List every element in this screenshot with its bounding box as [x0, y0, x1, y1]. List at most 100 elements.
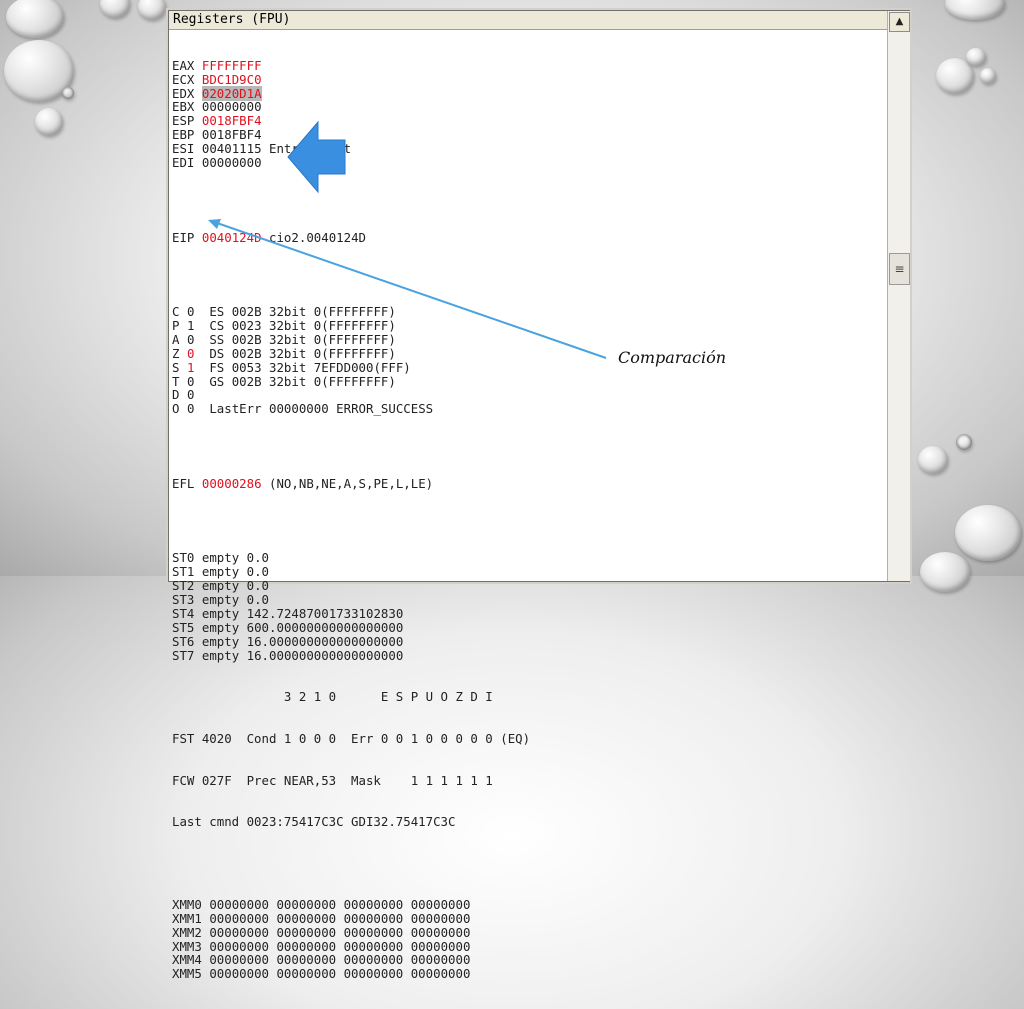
xmm-row[interactable]: XMM2 00000000 00000000 00000000 00000000 — [172, 924, 884, 940]
flag-row[interactable]: D 0 — [172, 388, 884, 402]
fpu-register-value: 142.72487001733102830 — [246, 605, 404, 621]
fpu-control-word[interactable]: FCW 027F Prec NEAR,53 Mask 1 1 1 1 1 1 — [172, 773, 884, 788]
fpu-last-command[interactable]: Last cmnd 0023:75417C3C GDI32.75417C3C — [172, 815, 884, 829]
fpu-register-value: 0.0 — [246, 550, 270, 566]
flag-name: T — [172, 373, 180, 389]
flag-value: 0 — [186, 345, 195, 361]
fpu-register-value: 0.0 — [246, 578, 270, 594]
flag-name: D — [172, 387, 180, 403]
fpu-register-value: 0.0 — [246, 564, 270, 580]
fpu-status-word[interactable]: FST 4020 Cond 1 0 0 0 Err 0 0 1 0 0 0 0 … — [172, 732, 884, 746]
flag-row[interactable]: Z 0 DS 002B 32bit 0(FFFFFFFF) — [172, 345, 884, 361]
xmm-row[interactable]: XMM5 00000000 00000000 00000000 00000000 — [172, 967, 884, 981]
general-registers: EAX FFFFFFFF ECX BDC1D9C0 EDX 02020D1A EBX … — [172, 57, 884, 170]
register-row[interactable]: ECX BDC1D9C0 — [172, 71, 884, 87]
register-name: EIP — [172, 229, 195, 245]
flag-row[interactable]: T 0 GS 002B 32bit 0(FFFFFFFF) — [172, 373, 884, 389]
scroll-up-button[interactable]: ▲ — [889, 12, 910, 32]
segment-info: DS 002B 32bit 0(FFFFFFFF) — [209, 345, 396, 361]
fpu-stack-row[interactable]: ST0 empty 0.0 — [172, 551, 884, 565]
fpu-register-name: ST4 — [172, 605, 195, 621]
register-value: BDC1D9C0 — [201, 71, 262, 87]
flag-name: S — [172, 359, 180, 375]
xmm-register-name: XMM5 — [172, 966, 202, 982]
fpu-stack: ST0 empty 0.0 ST1 empty 0.0 ST2 empty 0.0 S… — [172, 551, 884, 662]
flag-row[interactable]: A 0 SS 002B 32bit 0(FFFFFFFF) — [172, 331, 884, 347]
scroll-thumb[interactable]: ≡ — [889, 253, 910, 285]
fpu-stack-row[interactable]: ST3 empty 0.0 — [172, 593, 884, 607]
segment-info: GS 002B 32bit 0(FFFFFFFF) — [209, 373, 396, 389]
register-row[interactable]: EBX 00000000 — [172, 100, 884, 114]
register-row-efl[interactable]: EFL 00000286 (NO,NB,NE,A,S,PE,L,LE) — [172, 475, 884, 491]
fpu-register-name: ST2 — [172, 578, 195, 594]
fpu-stack-row[interactable]: ST5 empty 600.00000000000000000 — [172, 619, 884, 635]
arrow-up-icon: ▲ — [895, 16, 904, 27]
xmm-register-value: 00000000 00000000 00000000 00000000 — [209, 938, 471, 954]
register-value: 0018FBF4 — [201, 113, 262, 129]
grip-lines-icon: ≡ — [894, 262, 905, 276]
fpu-register-value: 0.0 — [246, 592, 270, 608]
fpu-register-status: empty — [201, 578, 240, 594]
flag-value: 0 — [186, 387, 195, 403]
register-name: ECX — [172, 71, 195, 87]
segment-info: SS 002B 32bit 0(FFFFFFFF) — [209, 331, 396, 347]
fpu-register-status: empty — [201, 647, 240, 663]
register-name: ESI — [172, 141, 195, 157]
flag-row[interactable]: C 0 ES 002B 32bit 0(FFFFFFFF) — [172, 305, 884, 319]
window-title-bar[interactable]: Registers (FPU) — [169, 11, 887, 30]
fpu-register-name: ST1 — [172, 564, 195, 580]
fpu-register-status: empty — [201, 605, 240, 621]
register-comment: Entry point — [269, 141, 352, 157]
water-droplet-decoration — [955, 505, 1021, 561]
register-value: FFFFFFFF — [201, 57, 262, 73]
fpu-register-name: ST3 — [172, 592, 195, 608]
annotation-label: Comparación — [618, 348, 727, 367]
register-value: 00000000 — [201, 99, 262, 115]
flag-row[interactable]: P 1 CS 0023 32bit 0(FFFFFFFF) — [172, 319, 884, 333]
xmm-row[interactable]: XMM4 00000000 00000000 00000000 00000000 — [172, 953, 884, 967]
xmm-register-value: 00000000 00000000 00000000 00000000 — [209, 910, 471, 926]
register-row[interactable]: EBP 0018FBF4 — [172, 128, 884, 142]
vertical-scrollbar[interactable]: ▲ ≡ — [887, 11, 910, 581]
xmm-row[interactable]: XMM3 00000000 00000000 00000000 00000000 — [172, 938, 884, 954]
flag-name: C — [172, 304, 180, 320]
xmm-register-name: XMM1 — [172, 910, 202, 926]
water-droplet-decoration — [920, 552, 970, 592]
register-name: EDI — [172, 155, 195, 171]
register-value: 00401115 — [201, 141, 262, 157]
flag-value: 1 — [186, 317, 195, 333]
fpu-register-value: 16.000000000000000000 — [246, 647, 404, 663]
fpu-register-value: 16.000000000000000000 — [246, 633, 404, 649]
register-value: 0018FBF4 — [201, 127, 262, 143]
register-row[interactable]: EAX FFFFFFFF — [172, 57, 884, 73]
xmm-row[interactable]: XMM0 00000000 00000000 00000000 00000000 — [172, 897, 884, 912]
fpu-register-status: empty — [201, 550, 240, 566]
fpu-register-value: 600.00000000000000000 — [246, 619, 404, 635]
flag-row[interactable]: S 1 FS 0053 32bit 7EFDD000(FFF) — [172, 359, 884, 375]
fpu-stack-row[interactable]: ST6 empty 16.000000000000000000 — [172, 633, 884, 649]
register-name: EFL — [172, 475, 195, 491]
window-title: Registers (FPU) — [173, 12, 291, 27]
fpu-stack-row[interactable]: ST7 empty 16.000000000000000000 — [172, 647, 884, 663]
register-row-eip[interactable]: EIP 0040124D cio2.0040124D — [172, 229, 884, 245]
register-name: EBP — [172, 127, 195, 143]
fpu-stack-row[interactable]: ST1 empty 0.0 — [172, 565, 884, 579]
water-droplet-decoration — [945, 0, 1005, 20]
flag-row[interactable]: O 0 LastErr 00000000 ERROR_SUCCESS — [172, 402, 884, 416]
water-droplet-decoration — [6, 0, 64, 38]
fpu-register-status: empty — [201, 633, 240, 649]
xmm-register-value: 00000000 00000000 00000000 00000000 — [209, 924, 471, 940]
register-row[interactable]: ESI 00401115 Entry point — [172, 142, 884, 156]
fpu-stack-row[interactable]: ST2 empty 0.0 — [172, 579, 884, 593]
water-droplet-decoration — [966, 48, 986, 66]
xmm-row[interactable]: XMM1 00000000 00000000 00000000 00000000 — [172, 910, 884, 926]
register-row[interactable]: EDX 02020D1A — [172, 85, 884, 101]
register-row[interactable]: EDI 00000000 — [172, 156, 884, 170]
fpu-register-name: ST0 — [172, 550, 195, 566]
water-droplet-decoration — [35, 108, 63, 136]
register-row[interactable]: ESP 0018FBF4 — [172, 114, 884, 128]
xmm-register-name: XMM3 — [172, 938, 202, 954]
fpu-stack-row[interactable]: ST4 empty 142.72487001733102830 — [172, 605, 884, 621]
flag-name: P — [172, 317, 180, 333]
registers-panel[interactable]: EAX FFFFFFFF ECX BDC1D9C0 EDX 02020D1A EBX … — [172, 31, 884, 980]
